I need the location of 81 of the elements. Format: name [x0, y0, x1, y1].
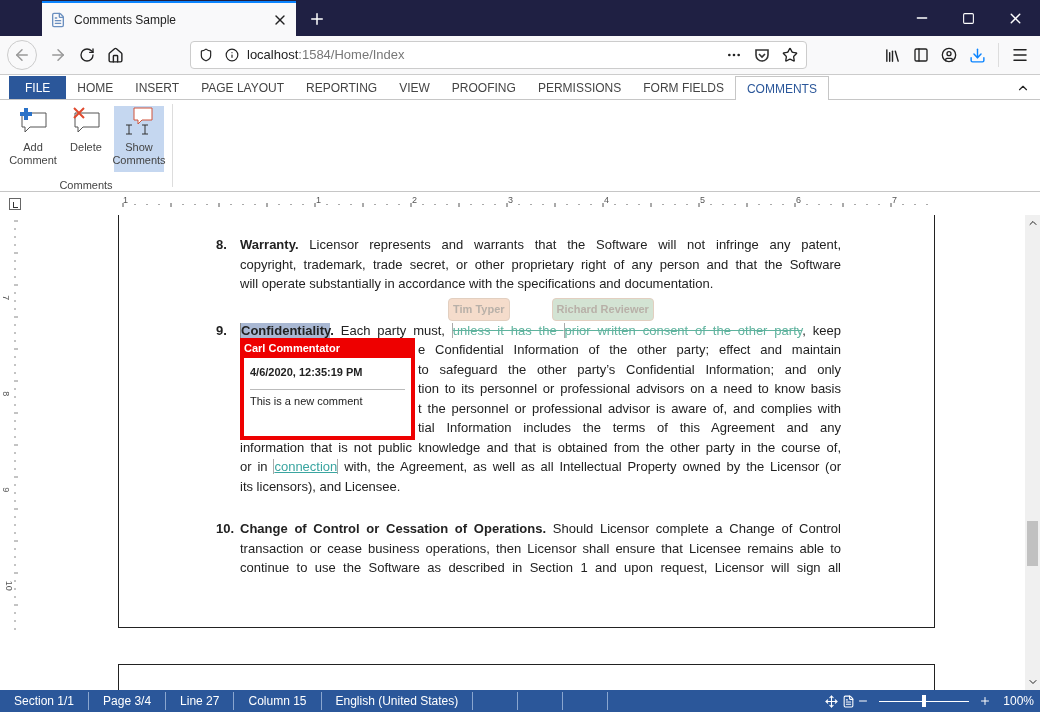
ribbon-tab[interactable]: PROOFING	[440, 76, 527, 99]
ribbon-tab[interactable]: FILE	[9, 76, 67, 99]
document-text-line: t the personnel or professional advisor is aware of, and complies with	[418, 399, 841, 418]
document-text-line: transaction or cease business operations, then Licensor shall ensure that Licensee remains able to	[240, 539, 841, 558]
ribbon-tab[interactable]: VIEW	[388, 76, 441, 99]
list-number: 8.	[216, 236, 228, 254]
reload-icon[interactable]	[79, 47, 95, 63]
document-text-line: or in connection with, the Agreement, as well as all Intellectual Property owned by the Licensor (or	[240, 458, 841, 476]
document-text-line: continue to use the Software as described in Section 1 and upon request, Licensor will sign all	[240, 559, 841, 577]
ribbon-button[interactable]: Delete	[61, 106, 111, 172]
forward-icon[interactable]	[49, 46, 67, 64]
speech-bubble-x-icon	[71, 107, 101, 135]
bookmark-star-icon[interactable]	[782, 47, 798, 63]
ribbon-tab[interactable]: INSERT	[124, 76, 191, 99]
document-text-line: its licensors), and Licensee.	[240, 477, 401, 496]
ribbon-tab[interactable]: FORM FIELDS	[632, 76, 735, 99]
home-icon[interactable]	[107, 46, 124, 64]
ruler-number: 8	[0, 391, 13, 397]
comment-text: This is a new comment	[250, 393, 364, 409]
scrollbar-thumb[interactable]	[1027, 521, 1038, 566]
list-number: 9.	[216, 321, 228, 340]
shield-icon	[199, 48, 213, 62]
ruler-number: 1	[123, 194, 128, 207]
ruler-number: 4	[604, 194, 609, 207]
ruler-number: 2	[412, 194, 417, 207]
ribbon-tab[interactable]: PERMISSIONS	[526, 76, 633, 99]
status-item: Section 1/1	[0, 692, 90, 710]
download-icon[interactable]	[969, 46, 986, 64]
ribbon-button[interactable]: Add Comment	[8, 106, 58, 172]
status-item: Line 27	[166, 692, 235, 710]
zoom-in-icon[interactable]	[979, 695, 992, 707]
document-text-line: information that is not public knowledge and that is obtained from the other party in the course of,	[240, 438, 841, 457]
ribbon-tab[interactable]: REPORTING	[295, 76, 389, 99]
list-number: 10.	[216, 520, 236, 538]
document-text-line: Change of Control or Cessation of Operations. Should Licensor complete a Change of Control	[240, 520, 841, 538]
speech-bubble-plus-icon	[18, 107, 48, 135]
speech-bubble-cursor-icon	[124, 107, 154, 135]
browser-tab[interactable]: Comments Sample	[42, 1, 296, 36]
menu-icon[interactable]	[1011, 46, 1029, 64]
address-field[interactable]: localhost:1584/Home/Index	[190, 41, 807, 69]
tab-stop-selector[interactable]	[9, 198, 21, 210]
status-item: English (United States)	[321, 692, 474, 710]
ruler-number: 7	[0, 295, 13, 301]
tab-title: Comments Sample	[74, 11, 178, 29]
document-text-line: copyright, trademark, trade secret, or other proprietary right of any person and that the Software	[240, 255, 841, 274]
page-icon	[50, 11, 66, 28]
ruler-number: 5	[700, 194, 705, 207]
sidebar-icon[interactable]	[913, 47, 929, 63]
ruler-number: 10	[2, 580, 15, 591]
ruler-number: 7	[892, 194, 897, 207]
info-icon	[225, 48, 239, 62]
url-text: localhost:1584/Home/Index	[247, 46, 406, 65]
document-text-line: to safeguard the other party’s Confidential Information; and only	[418, 360, 841, 379]
vertical-scrollbar[interactable]	[1025, 215, 1040, 690]
ribbon-tab[interactable]: PAGE LAYOUT	[190, 76, 296, 99]
comment-date: 4/6/2020, 12:35:19 PM	[250, 364, 405, 390]
comment-author: Carl Commentator	[244, 340, 341, 356]
ribbon-tab[interactable]: COMMENTS	[734, 76, 829, 100]
ruler-number: 3	[508, 194, 513, 207]
fit-page-icon[interactable]	[842, 694, 856, 708]
document-text-line: tial Information includes the terms of this Agreement and any	[418, 419, 841, 437]
document-text-line: Confidentiality. Each party must, unless it has the prior written consent of the other party, keep	[240, 321, 841, 340]
document-text-line: Warranty. Licensor represents and warrants that the Software will not infringe any patent,	[240, 236, 841, 254]
ruler-number: 1	[316, 194, 321, 207]
ribbon-tab[interactable]: HOME	[66, 76, 125, 99]
fit-width-icon[interactable]	[825, 694, 839, 708]
account-icon[interactable]	[941, 47, 957, 63]
maximize-icon[interactable]	[962, 11, 975, 25]
library-icon[interactable]	[884, 46, 901, 64]
status-item: Column 15	[234, 692, 322, 710]
pocket-icon[interactable]	[754, 47, 770, 63]
group-label: Comments	[59, 178, 113, 193]
document-text-line: e Confidential Information of the other party; effect and maintain	[418, 341, 841, 359]
status-item: Page 3/4	[89, 692, 167, 710]
zoom-reading: 100%	[1003, 693, 1034, 710]
zoom-slider[interactable]	[879, 695, 970, 707]
document-text-line: will operate substantially in accordance with the specifications and documentation.	[240, 275, 714, 293]
document-text-line: tion to its personnel or professional advisors on a need to know basis	[418, 380, 841, 398]
ruler-number: 6	[796, 194, 801, 207]
ribbon-button[interactable]: Show Comments	[114, 106, 164, 172]
ruler-number: 9	[0, 487, 13, 493]
